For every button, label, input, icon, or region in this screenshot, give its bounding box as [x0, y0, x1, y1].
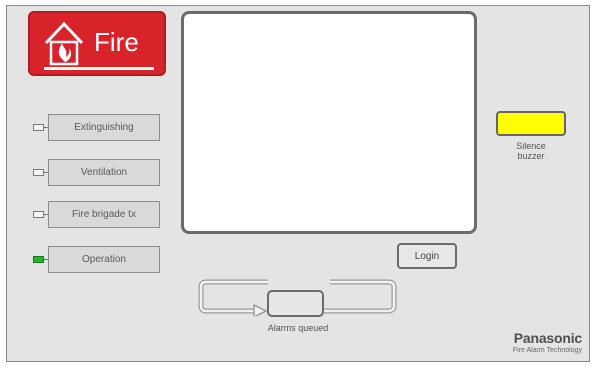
fire-badge-underline	[44, 67, 154, 70]
extinguishing-button[interactable]: Extinguishing	[48, 114, 160, 141]
operation-led	[33, 256, 44, 263]
ventilation-button[interactable]: Ventilation	[48, 159, 160, 186]
alarms-queued-label: Alarms queued	[267, 323, 329, 333]
fire-status-badge: Fire	[28, 11, 166, 76]
brand-logo: Panasonic	[513, 330, 582, 346]
brand-tagline: Fire Alarm Technology	[512, 347, 582, 354]
silence-buzzer-button[interactable]	[496, 111, 566, 136]
fire-badge-label: Fire	[94, 27, 139, 57]
alarms-queued-button[interactable]	[267, 290, 324, 317]
fire-brigade-tx-led	[33, 211, 44, 218]
login-button[interactable]: Login	[397, 243, 457, 269]
extinguishing-led	[33, 124, 44, 131]
silence-buzzer-label: Silence buzzer	[516, 141, 546, 161]
ventilation-led	[33, 169, 44, 176]
operation-button[interactable]: Operation	[48, 246, 160, 273]
display-screen	[181, 11, 477, 234]
fire-house-icon	[44, 21, 84, 66]
fire-brigade-tx-button[interactable]: Fire brigade tx	[48, 201, 160, 228]
